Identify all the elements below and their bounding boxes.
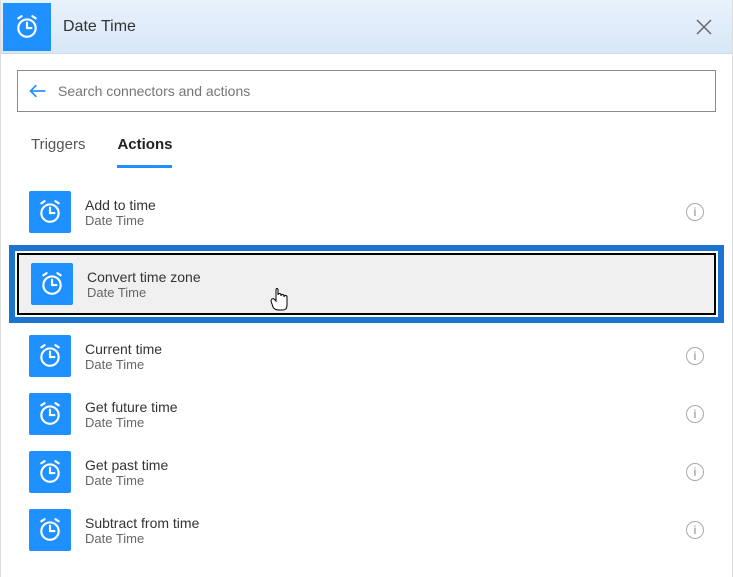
- action-icon: [31, 263, 73, 305]
- action-icon: [29, 509, 71, 551]
- action-icon: [29, 451, 71, 493]
- action-title: Subtract from time: [85, 515, 686, 531]
- action-title: Get future time: [85, 399, 686, 415]
- action-title: Convert time zone: [87, 269, 702, 285]
- panel-header: Date Time: [1, 0, 732, 54]
- close-button[interactable]: [684, 7, 724, 47]
- panel-title: Date Time: [63, 18, 684, 36]
- tabs: Triggers Actions: [17, 122, 716, 169]
- action-convert-time-zone[interactable]: Convert time zone Date Time: [17, 253, 716, 315]
- alarm-clock-icon: [14, 14, 40, 40]
- info-button[interactable]: i: [686, 521, 704, 539]
- alarm-clock-icon: [39, 271, 65, 297]
- info-button[interactable]: i: [686, 347, 704, 365]
- back-arrow-icon: [28, 81, 48, 101]
- alarm-clock-icon: [37, 401, 63, 427]
- alarm-clock-icon: [37, 517, 63, 543]
- alarm-clock-icon: [37, 459, 63, 485]
- action-text: Subtract from time Date Time: [85, 515, 686, 546]
- action-icon: [29, 191, 71, 233]
- action-text: Get past time Date Time: [85, 457, 686, 488]
- connector-icon: [3, 3, 51, 51]
- action-add-to-time[interactable]: Add to time Date Time i: [17, 183, 716, 241]
- action-current-time[interactable]: Current time Date Time i: [17, 327, 716, 385]
- action-picker-panel: Date Time Triggers Actions: [0, 0, 733, 577]
- action-subtitle: Date Time: [85, 473, 686, 488]
- info-button[interactable]: i: [686, 203, 704, 221]
- alarm-clock-icon: [37, 199, 63, 225]
- info-button[interactable]: i: [686, 463, 704, 481]
- action-text: Add to time Date Time: [85, 197, 686, 228]
- action-title: Current time: [85, 341, 686, 357]
- action-subtitle: Date Time: [85, 415, 686, 430]
- action-subtitle: Date Time: [85, 357, 686, 372]
- action-title: Add to time: [85, 197, 686, 213]
- action-subtitle: Date Time: [87, 285, 702, 300]
- action-icon: [29, 335, 71, 377]
- actions-list: Add to time Date Time i Convert time zon…: [17, 183, 716, 559]
- action-get-past-time[interactable]: Get past time Date Time i: [17, 443, 716, 501]
- action-text: Get future time Date Time: [85, 399, 686, 430]
- action-title: Get past time: [85, 457, 686, 473]
- search-input[interactable]: [58, 83, 705, 99]
- action-subtract-from-time[interactable]: Subtract from time Date Time i: [17, 501, 716, 559]
- close-icon: [695, 18, 713, 36]
- back-button[interactable]: [28, 81, 48, 101]
- action-subtitle: Date Time: [85, 531, 686, 546]
- selection-highlight: Convert time zone Date Time: [9, 245, 724, 323]
- tab-actions[interactable]: Actions: [117, 128, 172, 168]
- search-box[interactable]: [17, 70, 716, 112]
- action-text: Current time Date Time: [85, 341, 686, 372]
- action-icon: [29, 393, 71, 435]
- panel-body: Triggers Actions Add to time Date Time i: [1, 54, 732, 577]
- alarm-clock-icon: [37, 343, 63, 369]
- tab-triggers[interactable]: Triggers: [31, 128, 85, 168]
- action-subtitle: Date Time: [85, 213, 686, 228]
- action-text: Convert time zone Date Time: [87, 269, 702, 300]
- action-get-future-time[interactable]: Get future time Date Time i: [17, 385, 716, 443]
- info-button[interactable]: i: [686, 405, 704, 423]
